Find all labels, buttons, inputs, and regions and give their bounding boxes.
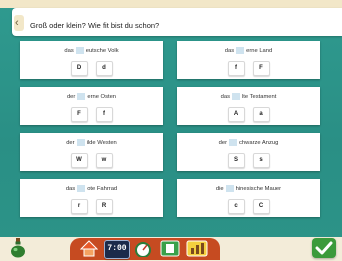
option-button[interactable]: W bbox=[70, 153, 88, 168]
card-sentence: der ilde Westen bbox=[20, 139, 163, 146]
option-button[interactable]: s bbox=[252, 153, 270, 168]
option-group: Aa bbox=[177, 107, 320, 122]
option-group: Ss bbox=[177, 153, 320, 168]
exercise-card-7: das ote Fahrrad rR bbox=[20, 179, 163, 217]
option-group: rR bbox=[20, 199, 163, 214]
option-button[interactable]: r bbox=[70, 199, 88, 214]
exercise-card-6: der chwarze Anzug Ss bbox=[177, 133, 320, 171]
card-sentence: der erne Osten bbox=[20, 93, 163, 100]
option-group: cC bbox=[177, 199, 320, 214]
article: das bbox=[224, 48, 235, 55]
option-button[interactable]: w bbox=[95, 153, 113, 168]
book-icon[interactable] bbox=[160, 240, 180, 257]
blank-slot[interactable] bbox=[229, 139, 238, 146]
article: der bbox=[66, 94, 76, 101]
exercise-card-1: das eutsche Volk Dd bbox=[20, 41, 163, 79]
checkmark-icon bbox=[315, 241, 333, 255]
blank-slot[interactable] bbox=[77, 185, 86, 192]
potion-icon[interactable] bbox=[10, 238, 26, 258]
article: die bbox=[215, 186, 224, 193]
option-button[interactable]: d bbox=[95, 61, 113, 76]
blank-slot[interactable] bbox=[225, 185, 234, 192]
exercise-card-3: der erne Osten Ff bbox=[20, 87, 163, 125]
option-button[interactable]: c bbox=[227, 199, 245, 214]
bars-icon[interactable] bbox=[186, 240, 208, 257]
blank-slot[interactable] bbox=[231, 93, 240, 100]
word-rest: lte Testament bbox=[241, 94, 277, 101]
time-display: 7:00 bbox=[107, 244, 127, 253]
word-rest: erne Land bbox=[246, 48, 273, 55]
exercise-card-2: das erne Land fF bbox=[177, 41, 320, 79]
option-button[interactable]: F bbox=[70, 107, 88, 122]
word-rest: ote Fahrrad bbox=[87, 186, 118, 193]
option-button[interactable]: f bbox=[227, 61, 245, 76]
article: der bbox=[218, 140, 228, 147]
card-sentence: die hinesische Mauer bbox=[177, 185, 320, 192]
article: das bbox=[64, 48, 74, 55]
word-rest: ilde Westen bbox=[86, 140, 117, 147]
card-sentence: der chwarze Anzug bbox=[177, 139, 320, 146]
card-sentence: das erne Land bbox=[177, 47, 320, 54]
option-button[interactable]: F bbox=[252, 61, 270, 76]
card-sentence: das lte Testament bbox=[177, 93, 320, 100]
exercise-card-4: das lte Testament Aa bbox=[177, 87, 320, 125]
card-sentence: das ote Fahrrad bbox=[20, 185, 163, 192]
gauge-icon[interactable] bbox=[133, 240, 153, 257]
article: der bbox=[66, 140, 75, 147]
word-rest: hinesische Mauer bbox=[235, 186, 282, 193]
blank-slot[interactable] bbox=[77, 93, 86, 100]
blank-slot[interactable] bbox=[236, 47, 245, 54]
clock-icon[interactable]: 7:00 bbox=[104, 240, 130, 259]
exercise-card-8: die hinesische Mauer cC bbox=[177, 179, 320, 217]
word-rest: erne Osten bbox=[87, 94, 117, 101]
top-frame bbox=[0, 0, 342, 8]
option-button[interactable]: C bbox=[252, 199, 270, 214]
option-group: Dd bbox=[20, 61, 163, 76]
article: das bbox=[220, 94, 230, 101]
exercise-screen: ‹ Groß oder klein? Wie fit bist du schon… bbox=[0, 0, 342, 261]
question-bar: ‹ Groß oder klein? Wie fit bist du schon… bbox=[12, 8, 342, 36]
word-rest: chwarze Anzug bbox=[239, 140, 279, 147]
back-tab[interactable]: ‹ bbox=[14, 15, 24, 31]
option-button[interactable]: A bbox=[227, 107, 245, 122]
confirm-button[interactable] bbox=[312, 238, 336, 258]
article: das bbox=[65, 186, 76, 193]
option-button[interactable]: a bbox=[252, 107, 270, 122]
option-button[interactable]: R bbox=[95, 199, 113, 214]
home-icon[interactable] bbox=[80, 240, 98, 257]
word-rest: eutsche Volk bbox=[85, 48, 119, 55]
option-button[interactable]: S bbox=[227, 153, 245, 168]
blank-slot[interactable] bbox=[76, 139, 85, 146]
question-text: Groß oder klein? Wie fit bist du schon? bbox=[30, 21, 160, 30]
option-group: fF bbox=[177, 61, 320, 76]
option-group: Ww bbox=[20, 153, 163, 168]
card-sentence: das eutsche Volk bbox=[20, 47, 163, 54]
option-button[interactable]: f bbox=[95, 107, 113, 122]
option-button[interactable]: D bbox=[70, 61, 88, 76]
option-group: Ff bbox=[20, 107, 163, 122]
exercise-card-5: der ilde Westen Ww bbox=[20, 133, 163, 171]
back-arrow-icon: ‹ bbox=[15, 17, 19, 29]
blank-slot[interactable] bbox=[75, 47, 84, 54]
